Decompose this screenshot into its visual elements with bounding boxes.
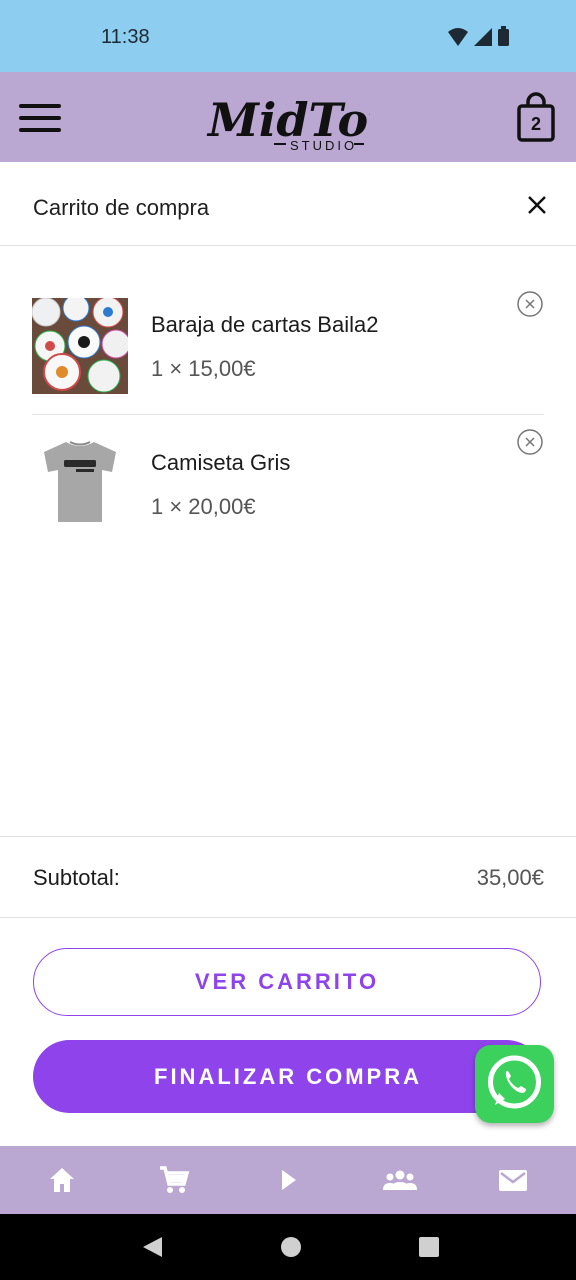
cart-button[interactable]: 2: [514, 92, 558, 144]
wifi-icon: [448, 28, 468, 46]
signal-icon: [474, 28, 492, 46]
product-price: 1 × 15,00€: [151, 356, 256, 381]
logo-graphic: MidTown STUDIO: [206, 93, 441, 153]
battery-icon: [498, 29, 509, 46]
product-thumbnail-tshirt[interactable]: [32, 436, 128, 532]
cart-item: Camiseta Gris 1 × 20,00€: [32, 429, 544, 556]
product-name[interactable]: Baraja de cartas Baila2: [151, 312, 378, 338]
menu-icon: [19, 104, 61, 108]
back-button[interactable]: [140, 1234, 166, 1260]
cart-count-badge: 2: [530, 114, 541, 134]
view-cart-button[interactable]: VER CARRITO: [33, 948, 541, 1016]
svg-text:STUDIO: STUDIO: [290, 138, 357, 153]
recents-icon: [419, 1237, 439, 1257]
whatsapp-button[interactable]: [475, 1045, 554, 1123]
item-divider: [32, 414, 544, 415]
group-icon: [383, 1170, 417, 1190]
whatsapp-icon: [488, 1055, 541, 1109]
bottom-nav: [0, 1146, 576, 1214]
nav-contact[interactable]: [493, 1160, 533, 1200]
remove-item-button[interactable]: [517, 429, 543, 455]
nav-cart[interactable]: [153, 1160, 193, 1200]
app-bar: MidTown STUDIO 2: [0, 72, 576, 162]
status-bar: 11:38: [0, 0, 576, 72]
product-price: 1 × 20,00€: [151, 494, 256, 519]
midtown-logo[interactable]: MidTown STUDIO: [206, 78, 441, 158]
cart-item: Baraja de cartas Baila2 1 × 15,00€: [32, 291, 544, 418]
tshirt-photo: [32, 436, 128, 532]
nav-community[interactable]: [380, 1160, 420, 1200]
product-name[interactable]: Camiseta Gris: [151, 450, 290, 476]
mail-icon: [499, 1170, 527, 1191]
cart-panel-header: Carrito de compra: [0, 162, 576, 246]
checkout-button[interactable]: FINALIZAR COMPRA: [33, 1040, 543, 1113]
remove-item-button[interactable]: [517, 291, 543, 317]
remove-icon: [517, 429, 543, 455]
nav-play[interactable]: [268, 1160, 308, 1200]
subtotal-label: Subtotal:: [33, 865, 120, 890]
close-panel-button[interactable]: [522, 190, 552, 220]
system-nav-bar: [0, 1214, 576, 1280]
home-circle-icon: [281, 1237, 301, 1257]
recents-button[interactable]: [416, 1234, 442, 1260]
product-thumbnail-cards[interactable]: [32, 298, 128, 394]
cart-panel-title: Carrito de compra: [33, 195, 210, 220]
home-icon: [50, 1168, 74, 1192]
close-icon: [528, 196, 546, 214]
menu-icon-line: [19, 128, 61, 132]
menu-icon-line: [19, 116, 61, 120]
subtotal-value: 35,00€: [476, 865, 544, 890]
menu-button[interactable]: [16, 100, 64, 136]
status-icons: [448, 26, 509, 46]
play-icon: [282, 1170, 296, 1190]
home-button[interactable]: [278, 1234, 304, 1260]
status-time: 11:38: [101, 26, 150, 48]
remove-icon: [517, 291, 543, 317]
back-icon: [143, 1237, 162, 1257]
cart-icon: [160, 1166, 190, 1193]
subtotal-row: Subtotal: 35,00€: [0, 836, 576, 918]
nav-home[interactable]: [42, 1160, 82, 1200]
cards-photo: [32, 298, 128, 394]
